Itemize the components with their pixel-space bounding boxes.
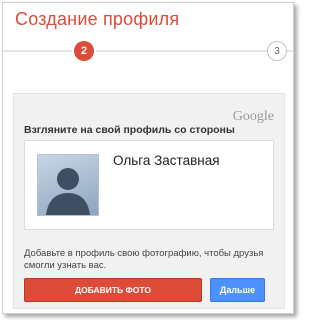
step-indicator-next: 3 [267, 41, 287, 61]
profile-preview-panel: Google Взгляните на свой профиль со стор… [13, 93, 285, 309]
progress-line [3, 50, 293, 52]
profile-name: Ольга Заставная [113, 153, 220, 168]
profile-card: Ольга Заставная [24, 140, 274, 230]
add-photo-hint: Добавьте в профиль свою фотографию, чтоб… [24, 248, 264, 271]
google-logo: Google [232, 109, 274, 124]
profile-setup-dialog: Создание профиля 2 3 Google Взгляните на… [2, 2, 294, 314]
add-photo-button[interactable]: Добавить фото [24, 278, 202, 302]
person-silhouette-icon [46, 168, 90, 215]
panel-heading: Взгляните на свой профиль со стороны [24, 124, 235, 136]
avatar [37, 154, 99, 216]
step-indicator-current: 2 [74, 41, 94, 61]
next-button[interactable]: Дальше [210, 278, 265, 302]
page-title: Создание профиля [15, 9, 180, 29]
